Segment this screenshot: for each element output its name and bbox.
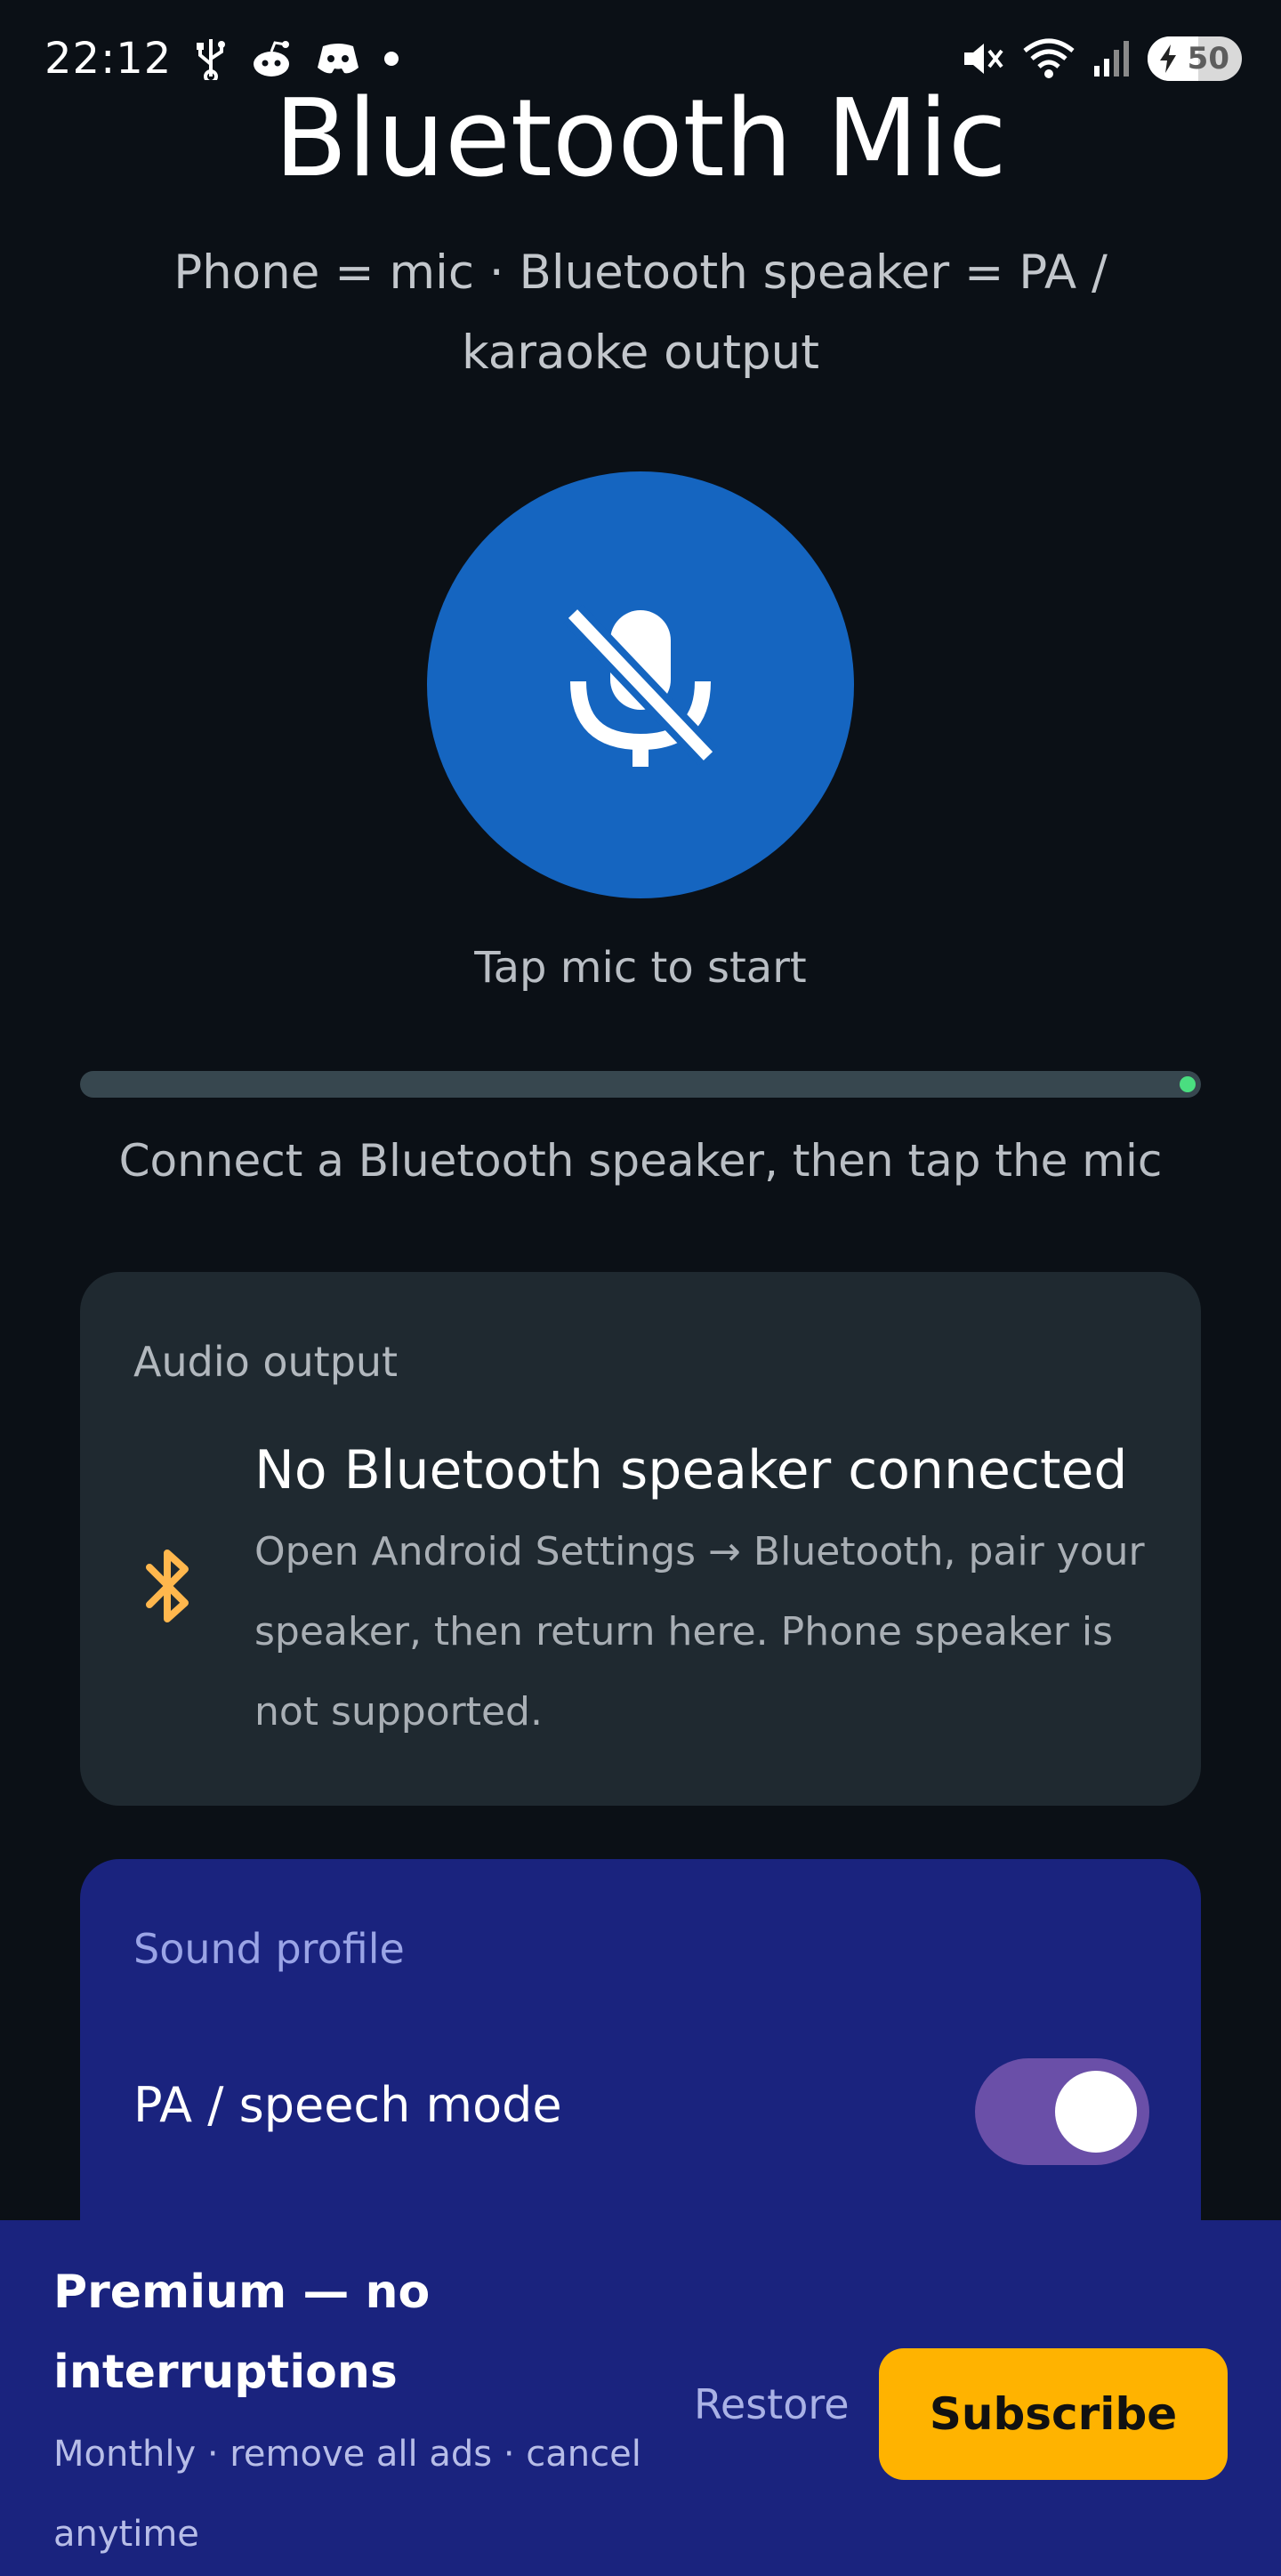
- battery-icon: 50: [1148, 36, 1242, 81]
- reddit-icon: [250, 39, 293, 78]
- app-title: Bluetooth Mic: [274, 77, 1007, 201]
- premium-banner: Premium — no interruptions Monthly · rem…: [0, 2220, 1281, 2576]
- pa-speech-mode-label: PA / speech mode: [133, 2077, 562, 2133]
- bluetooth-icon: [142, 1548, 196, 1628]
- mic-off-icon: [563, 604, 718, 767]
- output-status-title: No Bluetooth speaker connected: [254, 1439, 1128, 1501]
- status-bar-right: 50: [961, 36, 1242, 81]
- wifi-icon: [1021, 36, 1076, 81]
- subscribe-button[interactable]: Subscribe: [879, 2348, 1228, 2480]
- connection-status-text: Connect a Bluetooth speaker, then tap th…: [118, 1135, 1163, 1187]
- mic-toggle-button[interactable]: [427, 471, 854, 898]
- mic-hint: Tap mic to start: [474, 943, 807, 993]
- app-subtitle: Phone = mic · Bluetooth speaker = PA / k…: [173, 246, 1108, 380]
- battery-level: 50: [1187, 41, 1229, 76]
- dot-icon: [383, 51, 399, 67]
- audio-level-meter: [80, 1071, 1201, 1098]
- signal-icon: [1092, 39, 1132, 78]
- pa-speech-mode-toggle[interactable]: [975, 2058, 1149, 2165]
- restore-button[interactable]: Restore: [694, 2380, 850, 2434]
- sound-profile-label: Sound profile: [133, 1925, 405, 1973]
- toggle-knob: [1055, 2071, 1137, 2153]
- premium-description: Monthly · remove all ads · cancel anytim…: [53, 2434, 641, 2555]
- discord-icon: [316, 41, 360, 76]
- mute-icon: [961, 38, 1005, 79]
- status-time: 22:12: [44, 34, 173, 84]
- level-indicator-dot: [1180, 1076, 1196, 1092]
- audio-output-card[interactable]: Audio output No Bluetooth speaker connec…: [80, 1272, 1201, 1806]
- output-status-description: Open Android Settings → Bluetooth, pair …: [254, 1529, 1145, 1735]
- audio-output-label: Audio output: [133, 1338, 399, 1386]
- premium-title: Premium — no interruptions: [53, 2266, 431, 2399]
- usb-icon: [195, 37, 227, 80]
- status-bar-left: 22:12: [44, 34, 399, 84]
